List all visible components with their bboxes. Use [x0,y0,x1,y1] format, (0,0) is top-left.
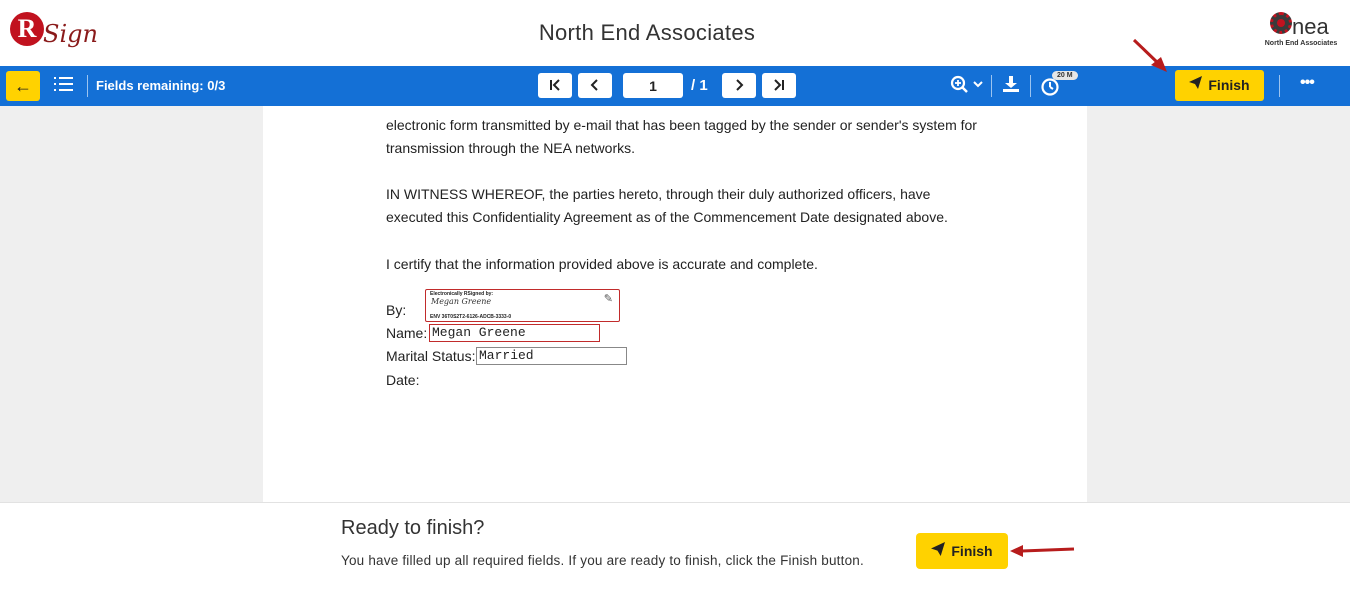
download-icon [1003,76,1019,92]
timer-badge: 20 M [1052,71,1078,80]
first-page-icon [550,79,560,91]
send-icon [931,533,946,569]
next-page-button[interactable] [722,73,756,98]
document-viewer[interactable]: electronic form transmitted by e-mail th… [0,106,1350,502]
page-title: North End Associates [538,20,756,45]
last-page-button[interactable] [762,73,796,98]
send-icon [1189,69,1203,100]
edit-icon[interactable]: ✎ [604,292,613,305]
ellipsis-icon[interactable]: ••• [1300,74,1315,92]
toolbar-divider [87,75,88,97]
finish-button-top[interactable]: Finish [1175,70,1264,101]
doc-text-line: transmission through the NEA networks. [386,140,636,156]
hamburger-icon[interactable] [54,77,73,95]
zoom-in-icon [950,75,983,93]
document-page: electronic form transmitted by e-mail th… [263,106,1087,502]
name-field[interactable]: Megan Greene [429,324,600,342]
chevron-left-icon [590,79,598,91]
signature-field[interactable]: Electronically RSigned by: Megan Greene … [425,289,620,322]
chevron-right-icon [736,79,744,91]
toolbar-divider [991,75,992,97]
nea-gear-icon [1270,12,1292,34]
finish-label: Finish [1208,77,1250,93]
certify-text: I certify that the information provided … [386,256,818,272]
nea-logo: nea North End Associates [1264,12,1338,54]
back-button[interactable]: ← [6,71,40,101]
by-label: By: [386,302,407,318]
doc-paragraph-2: IN WITNESS WHEREOF, the parties hereto, … [386,183,948,229]
signature-script: Megan Greene [431,297,492,306]
ready-title: Ready to finish? [341,517,485,539]
doc-paragraph-1: electronic form transmitted by e-mail th… [386,114,977,160]
last-page-icon [774,79,784,91]
toolbar-divider [1030,75,1031,97]
marital-status-label: Marital Status: [386,348,476,364]
marital-status-field[interactable]: Married [476,347,627,365]
doc-text-line: electronic form transmitted by e-mail th… [386,117,977,133]
toolbar: ← Fields remaining: 0/3 / 1 [0,66,1350,106]
arrow-left-icon: ← [14,76,32,96]
page-number-input[interactable] [623,73,683,98]
toolbar-divider [1279,75,1280,97]
app-header: R Sign North End Associates nea North En… [0,0,1350,66]
annotation-arrow-bottom [1010,545,1075,557]
finish-label: Finish [951,543,993,559]
prev-page-button[interactable] [578,73,612,98]
fields-remaining: Fields remaining: 0/3 [96,78,226,93]
nea-logo-text: nea [1292,14,1329,39]
download-button[interactable] [1002,75,1020,98]
name-label: Name: [386,325,428,341]
first-page-button[interactable] [538,73,572,98]
nea-logo-subtitle: North End Associates [1264,40,1338,47]
page-total: / 1 [691,77,708,94]
doc-text-line: IN WITNESS WHEREOF, the parties hereto, … [386,186,931,202]
ready-to-finish-panel: Ready to finish? You have filled up all … [0,502,1350,596]
date-label: Date: [386,372,420,388]
finish-button-bottom[interactable]: Finish [916,533,1008,569]
signature-envelope-id: ENV 36T0S2T2-6126-ADCB-3333-0 [430,314,512,320]
zoom-button[interactable] [950,75,984,100]
ready-message: You have filled up all required fields. … [341,553,864,568]
doc-text-line: executed this Confidentiality Agreement … [386,209,948,225]
